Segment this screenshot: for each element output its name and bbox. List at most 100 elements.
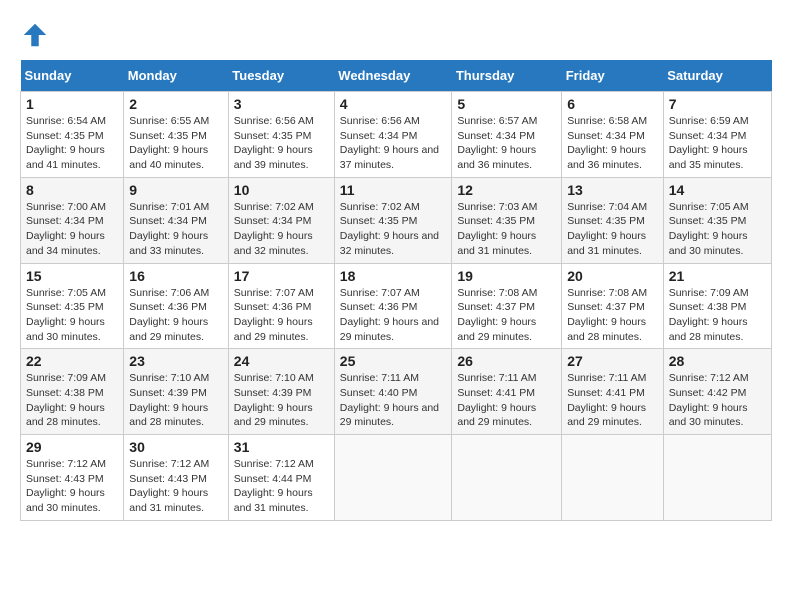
day-number: 31: [234, 439, 329, 455]
day-number: 10: [234, 182, 329, 198]
day-number: 18: [340, 268, 447, 284]
day-detail: Sunrise: 7:07 AM Sunset: 4:36 PM Dayligh…: [340, 286, 447, 345]
day-number: 29: [26, 439, 118, 455]
day-detail: Sunrise: 7:09 AM Sunset: 4:38 PM Dayligh…: [26, 371, 118, 430]
day-number: 24: [234, 353, 329, 369]
calendar-cell: 31 Sunrise: 7:12 AM Sunset: 4:44 PM Dayl…: [228, 435, 334, 521]
calendar-cell: 23 Sunrise: 7:10 AM Sunset: 4:39 PM Dayl…: [124, 349, 229, 435]
logo: [20, 20, 54, 50]
calendar-cell: 20 Sunrise: 7:08 AM Sunset: 4:37 PM Dayl…: [562, 263, 664, 349]
calendar-cell: 29 Sunrise: 7:12 AM Sunset: 4:43 PM Dayl…: [21, 435, 124, 521]
day-detail: Sunrise: 7:03 AM Sunset: 4:35 PM Dayligh…: [457, 200, 556, 259]
calendar-cell: 6 Sunrise: 6:58 AM Sunset: 4:34 PM Dayli…: [562, 92, 664, 178]
day-header-wednesday: Wednesday: [334, 60, 452, 92]
day-number: 12: [457, 182, 556, 198]
day-detail: Sunrise: 7:12 AM Sunset: 4:43 PM Dayligh…: [26, 457, 118, 516]
day-number: 11: [340, 182, 447, 198]
day-number: 6: [567, 96, 658, 112]
logo-icon: [20, 20, 50, 50]
calendar-cell: 28 Sunrise: 7:12 AM Sunset: 4:42 PM Dayl…: [663, 349, 771, 435]
day-detail: Sunrise: 7:00 AM Sunset: 4:34 PM Dayligh…: [26, 200, 118, 259]
day-detail: Sunrise: 6:54 AM Sunset: 4:35 PM Dayligh…: [26, 114, 118, 173]
calendar-cell: 30 Sunrise: 7:12 AM Sunset: 4:43 PM Dayl…: [124, 435, 229, 521]
calendar-week-5: 29 Sunrise: 7:12 AM Sunset: 4:43 PM Dayl…: [21, 435, 772, 521]
calendar-cell: 27 Sunrise: 7:11 AM Sunset: 4:41 PM Dayl…: [562, 349, 664, 435]
calendar-cell: 22 Sunrise: 7:09 AM Sunset: 4:38 PM Dayl…: [21, 349, 124, 435]
day-detail: Sunrise: 7:07 AM Sunset: 4:36 PM Dayligh…: [234, 286, 329, 345]
day-number: 27: [567, 353, 658, 369]
day-number: 9: [129, 182, 223, 198]
day-header-tuesday: Tuesday: [228, 60, 334, 92]
day-number: 26: [457, 353, 556, 369]
day-number: 28: [669, 353, 766, 369]
calendar-cell: 10 Sunrise: 7:02 AM Sunset: 4:34 PM Dayl…: [228, 177, 334, 263]
day-detail: Sunrise: 6:55 AM Sunset: 4:35 PM Dayligh…: [129, 114, 223, 173]
calendar-cell: 3 Sunrise: 6:56 AM Sunset: 4:35 PM Dayli…: [228, 92, 334, 178]
calendar-cell: 12 Sunrise: 7:03 AM Sunset: 4:35 PM Dayl…: [452, 177, 562, 263]
day-detail: Sunrise: 7:11 AM Sunset: 4:40 PM Dayligh…: [340, 371, 447, 430]
day-header-thursday: Thursday: [452, 60, 562, 92]
day-header-monday: Monday: [124, 60, 229, 92]
day-detail: Sunrise: 7:12 AM Sunset: 4:43 PM Dayligh…: [129, 457, 223, 516]
calendar-cell: [334, 435, 452, 521]
calendar-cell: 24 Sunrise: 7:10 AM Sunset: 4:39 PM Dayl…: [228, 349, 334, 435]
calendar-cell: 21 Sunrise: 7:09 AM Sunset: 4:38 PM Dayl…: [663, 263, 771, 349]
day-detail: Sunrise: 7:05 AM Sunset: 4:35 PM Dayligh…: [669, 200, 766, 259]
day-detail: Sunrise: 7:09 AM Sunset: 4:38 PM Dayligh…: [669, 286, 766, 345]
calendar-table: SundayMondayTuesdayWednesdayThursdayFrid…: [20, 60, 772, 521]
day-number: 30: [129, 439, 223, 455]
day-number: 7: [669, 96, 766, 112]
calendar-cell: 8 Sunrise: 7:00 AM Sunset: 4:34 PM Dayli…: [21, 177, 124, 263]
day-number: 23: [129, 353, 223, 369]
calendar-cell: [452, 435, 562, 521]
calendar-cell: 4 Sunrise: 6:56 AM Sunset: 4:34 PM Dayli…: [334, 92, 452, 178]
calendar-cell: 11 Sunrise: 7:02 AM Sunset: 4:35 PM Dayl…: [334, 177, 452, 263]
day-number: 8: [26, 182, 118, 198]
day-detail: Sunrise: 7:10 AM Sunset: 4:39 PM Dayligh…: [129, 371, 223, 430]
day-number: 19: [457, 268, 556, 284]
calendar-week-4: 22 Sunrise: 7:09 AM Sunset: 4:38 PM Dayl…: [21, 349, 772, 435]
calendar-cell: 14 Sunrise: 7:05 AM Sunset: 4:35 PM Dayl…: [663, 177, 771, 263]
calendar-cell: 13 Sunrise: 7:04 AM Sunset: 4:35 PM Dayl…: [562, 177, 664, 263]
calendar-cell: [562, 435, 664, 521]
calendar-cell: 19 Sunrise: 7:08 AM Sunset: 4:37 PM Dayl…: [452, 263, 562, 349]
day-detail: Sunrise: 6:58 AM Sunset: 4:34 PM Dayligh…: [567, 114, 658, 173]
day-detail: Sunrise: 7:10 AM Sunset: 4:39 PM Dayligh…: [234, 371, 329, 430]
day-number: 3: [234, 96, 329, 112]
day-detail: Sunrise: 7:11 AM Sunset: 4:41 PM Dayligh…: [567, 371, 658, 430]
calendar-cell: 18 Sunrise: 7:07 AM Sunset: 4:36 PM Dayl…: [334, 263, 452, 349]
calendar-cell: 26 Sunrise: 7:11 AM Sunset: 4:41 PM Dayl…: [452, 349, 562, 435]
day-number: 16: [129, 268, 223, 284]
day-detail: Sunrise: 7:06 AM Sunset: 4:36 PM Dayligh…: [129, 286, 223, 345]
calendar-week-2: 8 Sunrise: 7:00 AM Sunset: 4:34 PM Dayli…: [21, 177, 772, 263]
day-detail: Sunrise: 7:08 AM Sunset: 4:37 PM Dayligh…: [567, 286, 658, 345]
day-number: 21: [669, 268, 766, 284]
day-header-sunday: Sunday: [21, 60, 124, 92]
day-detail: Sunrise: 6:56 AM Sunset: 4:35 PM Dayligh…: [234, 114, 329, 173]
day-detail: Sunrise: 7:01 AM Sunset: 4:34 PM Dayligh…: [129, 200, 223, 259]
day-detail: Sunrise: 7:02 AM Sunset: 4:35 PM Dayligh…: [340, 200, 447, 259]
day-detail: Sunrise: 7:11 AM Sunset: 4:41 PM Dayligh…: [457, 371, 556, 430]
day-number: 22: [26, 353, 118, 369]
day-detail: Sunrise: 7:05 AM Sunset: 4:35 PM Dayligh…: [26, 286, 118, 345]
calendar-cell: 25 Sunrise: 7:11 AM Sunset: 4:40 PM Dayl…: [334, 349, 452, 435]
calendar-cell: 2 Sunrise: 6:55 AM Sunset: 4:35 PM Dayli…: [124, 92, 229, 178]
day-detail: Sunrise: 7:04 AM Sunset: 4:35 PM Dayligh…: [567, 200, 658, 259]
day-detail: Sunrise: 6:59 AM Sunset: 4:34 PM Dayligh…: [669, 114, 766, 173]
day-detail: Sunrise: 6:57 AM Sunset: 4:34 PM Dayligh…: [457, 114, 556, 173]
day-detail: Sunrise: 6:56 AM Sunset: 4:34 PM Dayligh…: [340, 114, 447, 173]
day-number: 5: [457, 96, 556, 112]
calendar-cell: [663, 435, 771, 521]
day-number: 4: [340, 96, 447, 112]
calendar-cell: 16 Sunrise: 7:06 AM Sunset: 4:36 PM Dayl…: [124, 263, 229, 349]
calendar-header-row: SundayMondayTuesdayWednesdayThursdayFrid…: [21, 60, 772, 92]
day-detail: Sunrise: 7:02 AM Sunset: 4:34 PM Dayligh…: [234, 200, 329, 259]
day-number: 15: [26, 268, 118, 284]
day-number: 14: [669, 182, 766, 198]
day-detail: Sunrise: 7:08 AM Sunset: 4:37 PM Dayligh…: [457, 286, 556, 345]
calendar-cell: 17 Sunrise: 7:07 AM Sunset: 4:36 PM Dayl…: [228, 263, 334, 349]
day-header-friday: Friday: [562, 60, 664, 92]
calendar-cell: 15 Sunrise: 7:05 AM Sunset: 4:35 PM Dayl…: [21, 263, 124, 349]
calendar-cell: 1 Sunrise: 6:54 AM Sunset: 4:35 PM Dayli…: [21, 92, 124, 178]
calendar-cell: 9 Sunrise: 7:01 AM Sunset: 4:34 PM Dayli…: [124, 177, 229, 263]
